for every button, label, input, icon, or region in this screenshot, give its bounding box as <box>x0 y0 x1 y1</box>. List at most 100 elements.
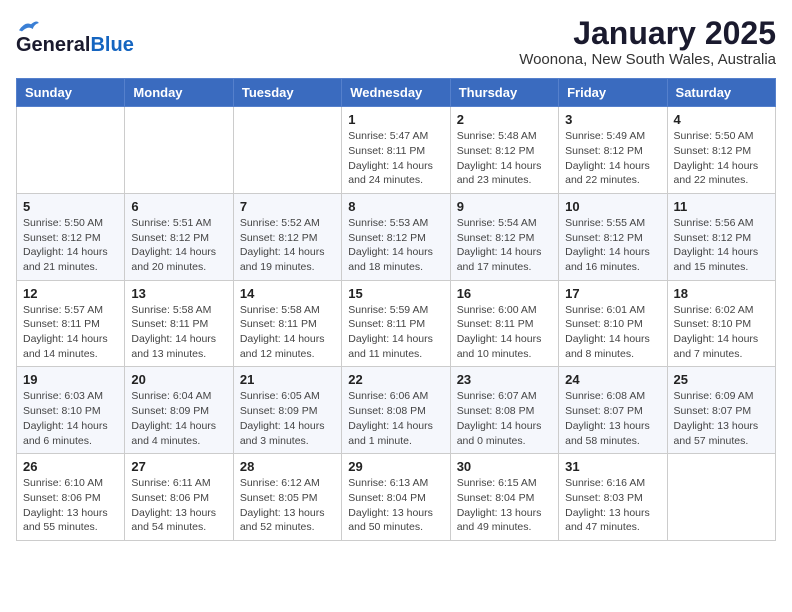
calendar-cell: 31 Sunrise: 6:16 AM Sunset: 8:03 PM Dayli… <box>559 454 667 541</box>
day-info: Sunrise: 6:09 AM Sunset: 8:07 PM Dayligh… <box>674 389 769 448</box>
day-number: 15 <box>348 286 443 301</box>
day-info: Sunrise: 6:12 AM Sunset: 8:05 PM Dayligh… <box>240 476 335 535</box>
day-number: 16 <box>457 286 552 301</box>
day-number: 11 <box>674 199 769 214</box>
page-header: General Blue January 2025 Woonona, New S… <box>16 16 776 68</box>
day-info: Sunrise: 6:15 AM Sunset: 8:04 PM Dayligh… <box>457 476 552 535</box>
calendar-cell: 15 Sunrise: 5:59 AM Sunset: 8:11 PM Dayli… <box>342 280 450 367</box>
column-header-wednesday: Wednesday <box>342 79 450 107</box>
day-number: 30 <box>457 459 552 474</box>
logo-general-text: General <box>16 34 90 57</box>
logo-bird-icon <box>16 18 40 34</box>
day-info: Sunrise: 5:50 AM Sunset: 8:12 PM Dayligh… <box>674 129 769 188</box>
calendar-cell: 24 Sunrise: 6:08 AM Sunset: 8:07 PM Dayli… <box>559 367 667 454</box>
day-info: Sunrise: 6:10 AM Sunset: 8:06 PM Dayligh… <box>23 476 118 535</box>
calendar-cell: 23Sunrise: 6:07 AM Sunset: 8:08 PM Dayli… <box>450 367 558 454</box>
calendar-cell: 11 Sunrise: 5:56 AM Sunset: 8:12 PM Dayli… <box>667 193 775 280</box>
calendar-cell: 29 Sunrise: 6:13 AM Sunset: 8:04 PM Dayli… <box>342 454 450 541</box>
calendar-cell: 19 Sunrise: 6:03 AM Sunset: 8:10 PM Dayli… <box>17 367 125 454</box>
calendar-cell: 14Sunrise: 5:58 AM Sunset: 8:11 PM Dayli… <box>233 280 341 367</box>
calendar-cell: 7 Sunrise: 5:52 AM Sunset: 8:12 PM Daylig… <box>233 193 341 280</box>
day-info: Sunrise: 5:57 AM Sunset: 8:11 PM Dayligh… <box>23 303 118 362</box>
day-info: Sunrise: 5:58 AM Sunset: 8:11 PM Dayligh… <box>131 303 226 362</box>
calendar-cell: 9 Sunrise: 5:54 AM Sunset: 8:12 PM Daylig… <box>450 193 558 280</box>
calendar-cell <box>233 107 341 194</box>
calendar-cell: 4Sunrise: 5:50 AM Sunset: 8:12 PM Daylig… <box>667 107 775 194</box>
calendar-header-row: SundayMondayTuesdayWednesdayThursdayFrid… <box>17 79 776 107</box>
calendar-week-row: 26 Sunrise: 6:10 AM Sunset: 8:06 PM Dayli… <box>17 454 776 541</box>
day-info: Sunrise: 6:11 AM Sunset: 8:06 PM Dayligh… <box>131 476 226 535</box>
calendar-week-row: 12 Sunrise: 5:57 AM Sunset: 8:11 PM Dayli… <box>17 280 776 367</box>
calendar-table: SundayMondayTuesdayWednesdayThursdayFrid… <box>16 78 776 541</box>
calendar-cell: 17 Sunrise: 6:01 AM Sunset: 8:10 PM Dayli… <box>559 280 667 367</box>
day-number: 19 <box>23 372 118 387</box>
calendar-week-row: 19 Sunrise: 6:03 AM Sunset: 8:10 PM Dayli… <box>17 367 776 454</box>
calendar-cell: 3Sunrise: 5:49 AM Sunset: 8:12 PM Daylig… <box>559 107 667 194</box>
day-number: 18 <box>674 286 769 301</box>
calendar-cell: 5Sunrise: 5:50 AM Sunset: 8:12 PM Daylig… <box>17 193 125 280</box>
day-info: Sunrise: 6:01 AM Sunset: 8:10 PM Dayligh… <box>565 303 660 362</box>
calendar-week-row: 5Sunrise: 5:50 AM Sunset: 8:12 PM Daylig… <box>17 193 776 280</box>
calendar-cell: 13Sunrise: 5:58 AM Sunset: 8:11 PM Dayli… <box>125 280 233 367</box>
day-number: 26 <box>23 459 118 474</box>
day-number: 22 <box>348 372 443 387</box>
day-number: 1 <box>348 112 443 127</box>
day-number: 21 <box>240 372 335 387</box>
logo-blue-text: Blue <box>90 34 133 57</box>
day-number: 2 <box>457 112 552 127</box>
day-info: Sunrise: 5:49 AM Sunset: 8:12 PM Dayligh… <box>565 129 660 188</box>
day-number: 17 <box>565 286 660 301</box>
day-info: Sunrise: 6:08 AM Sunset: 8:07 PM Dayligh… <box>565 389 660 448</box>
calendar-cell: 6Sunrise: 5:51 AM Sunset: 8:12 PM Daylig… <box>125 193 233 280</box>
calendar-cell: 21 Sunrise: 6:05 AM Sunset: 8:09 PM Dayli… <box>233 367 341 454</box>
day-number: 8 <box>348 199 443 214</box>
calendar-week-row: 1 Sunrise: 5:47 AM Sunset: 8:11 PM Daylig… <box>17 107 776 194</box>
day-info: Sunrise: 5:52 AM Sunset: 8:12 PM Dayligh… <box>240 216 335 275</box>
day-info: Sunrise: 6:16 AM Sunset: 8:03 PM Dayligh… <box>565 476 660 535</box>
calendar-cell: 8 Sunrise: 5:53 AM Sunset: 8:12 PM Daylig… <box>342 193 450 280</box>
column-header-saturday: Saturday <box>667 79 775 107</box>
column-header-thursday: Thursday <box>450 79 558 107</box>
calendar-cell: 26 Sunrise: 6:10 AM Sunset: 8:06 PM Dayli… <box>17 454 125 541</box>
column-header-sunday: Sunday <box>17 79 125 107</box>
calendar-cell: 1 Sunrise: 5:47 AM Sunset: 8:11 PM Daylig… <box>342 107 450 194</box>
calendar-title: January 2025 <box>519 16 776 51</box>
day-info: Sunrise: 6:04 AM Sunset: 8:09 PM Dayligh… <box>131 389 226 448</box>
day-info: Sunrise: 6:02 AM Sunset: 8:10 PM Dayligh… <box>674 303 769 362</box>
day-info: Sunrise: 5:47 AM Sunset: 8:11 PM Dayligh… <box>348 129 443 188</box>
logo: General Blue <box>16 16 134 57</box>
day-info: Sunrise: 6:06 AM Sunset: 8:08 PM Dayligh… <box>348 389 443 448</box>
day-info: Sunrise: 6:00 AM Sunset: 8:11 PM Dayligh… <box>457 303 552 362</box>
calendar-cell <box>667 454 775 541</box>
calendar-cell: 28 Sunrise: 6:12 AM Sunset: 8:05 PM Dayli… <box>233 454 341 541</box>
day-number: 29 <box>348 459 443 474</box>
day-number: 27 <box>131 459 226 474</box>
day-number: 28 <box>240 459 335 474</box>
day-info: Sunrise: 5:51 AM Sunset: 8:12 PM Dayligh… <box>131 216 226 275</box>
day-number: 25 <box>674 372 769 387</box>
day-info: Sunrise: 5:48 AM Sunset: 8:12 PM Dayligh… <box>457 129 552 188</box>
day-info: Sunrise: 5:58 AM Sunset: 8:11 PM Dayligh… <box>240 303 335 362</box>
day-info: Sunrise: 5:54 AM Sunset: 8:12 PM Dayligh… <box>457 216 552 275</box>
calendar-cell <box>125 107 233 194</box>
day-info: Sunrise: 6:13 AM Sunset: 8:04 PM Dayligh… <box>348 476 443 535</box>
calendar-cell: 12 Sunrise: 5:57 AM Sunset: 8:11 PM Dayli… <box>17 280 125 367</box>
day-info: Sunrise: 5:53 AM Sunset: 8:12 PM Dayligh… <box>348 216 443 275</box>
calendar-cell: 2 Sunrise: 5:48 AM Sunset: 8:12 PM Daylig… <box>450 107 558 194</box>
day-info: Sunrise: 5:59 AM Sunset: 8:11 PM Dayligh… <box>348 303 443 362</box>
calendar-cell: 30 Sunrise: 6:15 AM Sunset: 8:04 PM Dayli… <box>450 454 558 541</box>
day-info: Sunrise: 6:03 AM Sunset: 8:10 PM Dayligh… <box>23 389 118 448</box>
day-number: 31 <box>565 459 660 474</box>
day-number: 12 <box>23 286 118 301</box>
day-number: 7 <box>240 199 335 214</box>
calendar-cell: 27 Sunrise: 6:11 AM Sunset: 8:06 PM Dayli… <box>125 454 233 541</box>
calendar-cell: 20Sunrise: 6:04 AM Sunset: 8:09 PM Dayli… <box>125 367 233 454</box>
day-info: Sunrise: 5:56 AM Sunset: 8:12 PM Dayligh… <box>674 216 769 275</box>
day-number: 24 <box>565 372 660 387</box>
day-number: 9 <box>457 199 552 214</box>
column-header-tuesday: Tuesday <box>233 79 341 107</box>
calendar-cell: 10Sunrise: 5:55 AM Sunset: 8:12 PM Dayli… <box>559 193 667 280</box>
calendar-cell: 22 Sunrise: 6:06 AM Sunset: 8:08 PM Dayli… <box>342 367 450 454</box>
day-info: Sunrise: 6:05 AM Sunset: 8:09 PM Dayligh… <box>240 389 335 448</box>
day-number: 5 <box>23 199 118 214</box>
